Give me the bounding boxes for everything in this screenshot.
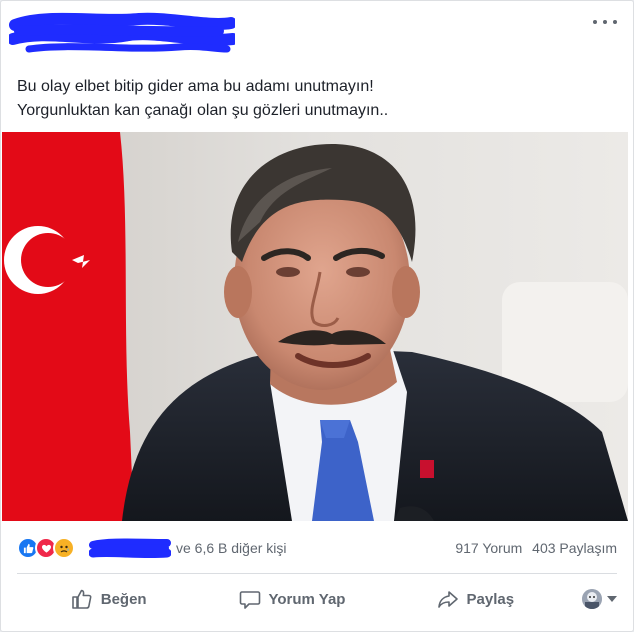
- redacted-reactor-name: [89, 538, 171, 559]
- comment-button[interactable]: Yorum Yap: [200, 581, 383, 617]
- engagement-counts: 917 Yorum 403 Paylaşım: [449, 540, 617, 556]
- reactions-row: ve 6,6 B diğer kişi 917 Yorum 403 Paylaş…: [1, 531, 633, 567]
- like-button[interactable]: Beğen: [17, 581, 200, 617]
- comment-icon: [239, 588, 261, 610]
- react-as-selector[interactable]: [567, 581, 617, 617]
- chevron-down-icon: [606, 596, 617, 602]
- more-options-button[interactable]: [593, 15, 617, 29]
- comment-count[interactable]: 917 Yorum: [455, 540, 522, 556]
- share-count[interactable]: 403 Paylaşım: [532, 540, 617, 556]
- post-text: Bu olay elbet bitip gider ama bu adamı u…: [17, 75, 617, 123]
- action-bar: Beğen Yorum Yap Paylaş: [17, 577, 617, 621]
- thumbs-up-icon: [71, 588, 93, 610]
- like-label: Beğen: [100, 590, 147, 608]
- avatar: [581, 589, 602, 609]
- turkish-flag: [2, 132, 134, 521]
- comment-label: Yorum Yap: [268, 590, 346, 608]
- dot-icon: [603, 20, 607, 24]
- post-photo[interactable]: [2, 132, 628, 521]
- dot-icon: [593, 20, 597, 24]
- redacted-author-name: [9, 12, 235, 53]
- post-text-line: Yorgunluktan kan çanağı olan şu gözleri …: [17, 102, 389, 119]
- share-arrow-icon: [437, 588, 459, 610]
- divider: [17, 573, 617, 574]
- reaction-icons[interactable]: [17, 537, 75, 559]
- sad-icon: [53, 537, 75, 559]
- share-button[interactable]: Paylaş: [384, 581, 567, 617]
- post-header: [1, 1, 633, 63]
- photo-illustration: [2, 132, 628, 521]
- share-label: Paylaş: [466, 590, 515, 608]
- dot-icon: [613, 20, 617, 24]
- post-card: Bu olay elbet bitip gider ama bu adamı u…: [0, 0, 634, 632]
- post-text-line: Bu olay elbet bitip gider ama bu adamı u…: [17, 78, 374, 95]
- reaction-summary[interactable]: ve 6,6 B diğer kişi: [176, 540, 287, 556]
